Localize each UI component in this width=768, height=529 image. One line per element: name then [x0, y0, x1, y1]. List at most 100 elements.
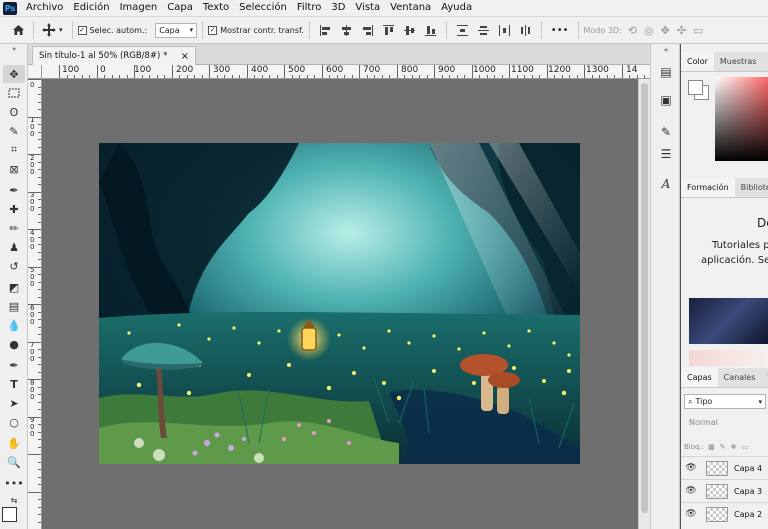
ruler-tick [179, 75, 180, 78]
menu-vista[interactable]: Vista [350, 0, 385, 16]
layer-row[interactable]: 👁 Capa 2 [681, 502, 768, 525]
slide-3d-icon[interactable]: ✣ [677, 24, 686, 37]
lasso-tool[interactable]: ʘ [3, 103, 25, 121]
menu-seleccion[interactable]: Selección [234, 0, 292, 16]
close-tab-icon[interactable]: × [181, 51, 189, 62]
tab-color[interactable]: Color [681, 52, 714, 71]
clone-stamp-tool[interactable]: ♟ [3, 238, 25, 256]
eyedropper-tool[interactable]: ✒ [3, 181, 25, 199]
move-tool-icon[interactable] [39, 20, 59, 40]
hand-tool[interactable]: ✋ [3, 434, 25, 452]
pan-3d-icon[interactable]: ✥ [661, 24, 670, 37]
ruler-tick [38, 431, 41, 433]
layer-filter-dropdown[interactable]: ⌕ Tipo ▾ [684, 394, 766, 409]
ellipse-tool[interactable]: ○ [3, 413, 25, 431]
menu-imagen[interactable]: Imagen [115, 0, 163, 16]
edit-toolbar-icon[interactable]: ••• [3, 474, 25, 492]
properties-panel-icon[interactable]: ▣ [655, 90, 677, 110]
color-picker-field[interactable] [715, 77, 768, 161]
character-panel-icon[interactable]: A [655, 174, 677, 194]
path-selection-tool[interactable]: ➤ [3, 394, 25, 412]
fantasy-forest-artwork [99, 143, 580, 464]
tab-swatches[interactable]: Muestras [714, 52, 763, 71]
layer-row[interactable]: 👁 Capa 3 [681, 479, 768, 502]
collapse-panels-icon[interactable]: « [655, 44, 677, 56]
blur-tool[interactable]: 💧 [3, 316, 25, 334]
history-brush-tool[interactable]: ↺ [3, 257, 25, 275]
menu-filtro[interactable]: Filtro [292, 0, 327, 16]
align-bottom-icon[interactable] [424, 25, 436, 36]
align-middle-v-icon[interactable] [403, 25, 415, 36]
tab-layers[interactable]: Capas [681, 368, 718, 387]
document-tab[interactable]: Sin título-1 al 50% (RGB/8#) * × [32, 46, 196, 65]
type-tool[interactable]: T [3, 375, 25, 393]
scale-3d-icon[interactable]: ▭ [693, 24, 703, 37]
vertical-scrollbar[interactable] [638, 79, 650, 529]
quick-selection-tool[interactable]: ✎ [3, 122, 25, 140]
align-top-icon[interactable] [382, 24, 394, 36]
show-transform-checkbox[interactable]: ✓ Mostrar contr. transf. [208, 25, 304, 35]
healing-brush-tool[interactable]: ✚ [3, 200, 25, 218]
frame-tool[interactable]: ⊠ [3, 160, 25, 178]
tab-libraries[interactable]: Bibliotec [735, 178, 768, 197]
marquee-tool[interactable] [3, 84, 25, 102]
blend-mode-dropdown[interactable]: Normal [684, 416, 768, 431]
lock-position-icon[interactable]: ✥ [731, 443, 737, 451]
foreground-color-swatch[interactable] [688, 80, 703, 95]
ruler-tick [38, 394, 41, 395]
align-left-icon[interactable] [319, 24, 331, 36]
more-options-icon[interactable]: ••• [551, 25, 569, 36]
tab-learn[interactable]: Formación [681, 178, 735, 197]
align-right-icon[interactable] [362, 24, 373, 36]
menu-3d[interactable]: 3D [326, 0, 350, 16]
auto-select-target-dropdown[interactable]: Capa ▾ [155, 22, 198, 38]
auto-select-checkbox[interactable]: ✓ Selec. autom.: [77, 25, 147, 35]
chevron-down-icon: ▾ [189, 26, 194, 34]
zoom-tool[interactable]: 🔍 [3, 453, 25, 471]
distribute-center-icon[interactable] [477, 25, 489, 36]
brush-tool[interactable]: ✏ [3, 219, 25, 237]
distribute-horizontal-icon[interactable] [520, 24, 531, 36]
tool-preset-chevron-icon[interactable]: ▾ [59, 26, 63, 34]
menu-ventana[interactable]: Ventana [385, 0, 436, 16]
orbit-3d-icon[interactable]: ⟲ [628, 24, 637, 37]
tutorial-thumbnail[interactable] [689, 298, 768, 344]
menu-edicion[interactable]: Edición [68, 0, 114, 16]
lock-artboard-icon[interactable]: ▭ [741, 443, 748, 451]
visibility-eye-icon[interactable]: 👁 [681, 509, 701, 519]
collapse-toolbar-icon[interactable]: » [3, 44, 25, 54]
menu-ayuda[interactable]: Ayuda [436, 0, 477, 16]
vertical-ruler[interactable]: 0 1 0 0 2 0 0 3 0 0 4 0 0 5 0 0 6 0 0 7 … [28, 79, 42, 529]
lock-paint-icon[interactable]: ✎ [720, 443, 726, 451]
menu-texto[interactable]: Texto [198, 0, 234, 16]
layer-row[interactable]: 👁 Capa 4 [681, 456, 768, 479]
history-panel-icon[interactable]: ▤ [655, 62, 677, 82]
eraser-tool[interactable]: ◩ [3, 278, 25, 296]
adjustments-panel-icon[interactable]: ☰ [655, 144, 677, 164]
crop-tool[interactable]: ⌗ [3, 141, 25, 159]
align-center-h-icon[interactable] [341, 24, 352, 36]
menu-archivo[interactable]: Archivo [21, 0, 68, 16]
tab-paths[interactable]: Tr [761, 368, 768, 387]
scrollbar-thumb[interactable] [641, 83, 648, 513]
ruler-origin[interactable] [28, 65, 42, 79]
ruler-tick [606, 75, 608, 78]
tutorial-thumbnail-2[interactable] [689, 350, 768, 366]
menu-capa[interactable]: Capa [162, 0, 198, 16]
visibility-eye-icon[interactable]: 👁 [681, 486, 701, 496]
distribute-bottom-icon[interactable] [498, 24, 510, 36]
lock-transparency-icon[interactable]: ▩ [708, 443, 715, 451]
visibility-eye-icon[interactable]: 👁 [681, 463, 701, 473]
distribute-vertical-icon[interactable] [456, 24, 468, 36]
dodge-tool[interactable]: ● [3, 335, 25, 353]
tab-channels[interactable]: Canales [718, 368, 762, 387]
roll-3d-icon[interactable]: ◎ [644, 24, 654, 37]
move-tool[interactable]: ✥ [3, 65, 25, 83]
gradient-tool[interactable]: ▤ [3, 297, 25, 315]
home-icon[interactable] [8, 20, 28, 40]
foreground-color-swatch[interactable] [2, 507, 17, 522]
horizontal-ruler[interactable]: 100 0 100 200 300 400 500 600 700 800 90… [42, 65, 650, 79]
brushes-panel-icon[interactable]: ✎ [655, 122, 677, 142]
document-canvas-image[interactable] [99, 143, 580, 464]
pen-tool[interactable]: ✒ [3, 356, 25, 374]
